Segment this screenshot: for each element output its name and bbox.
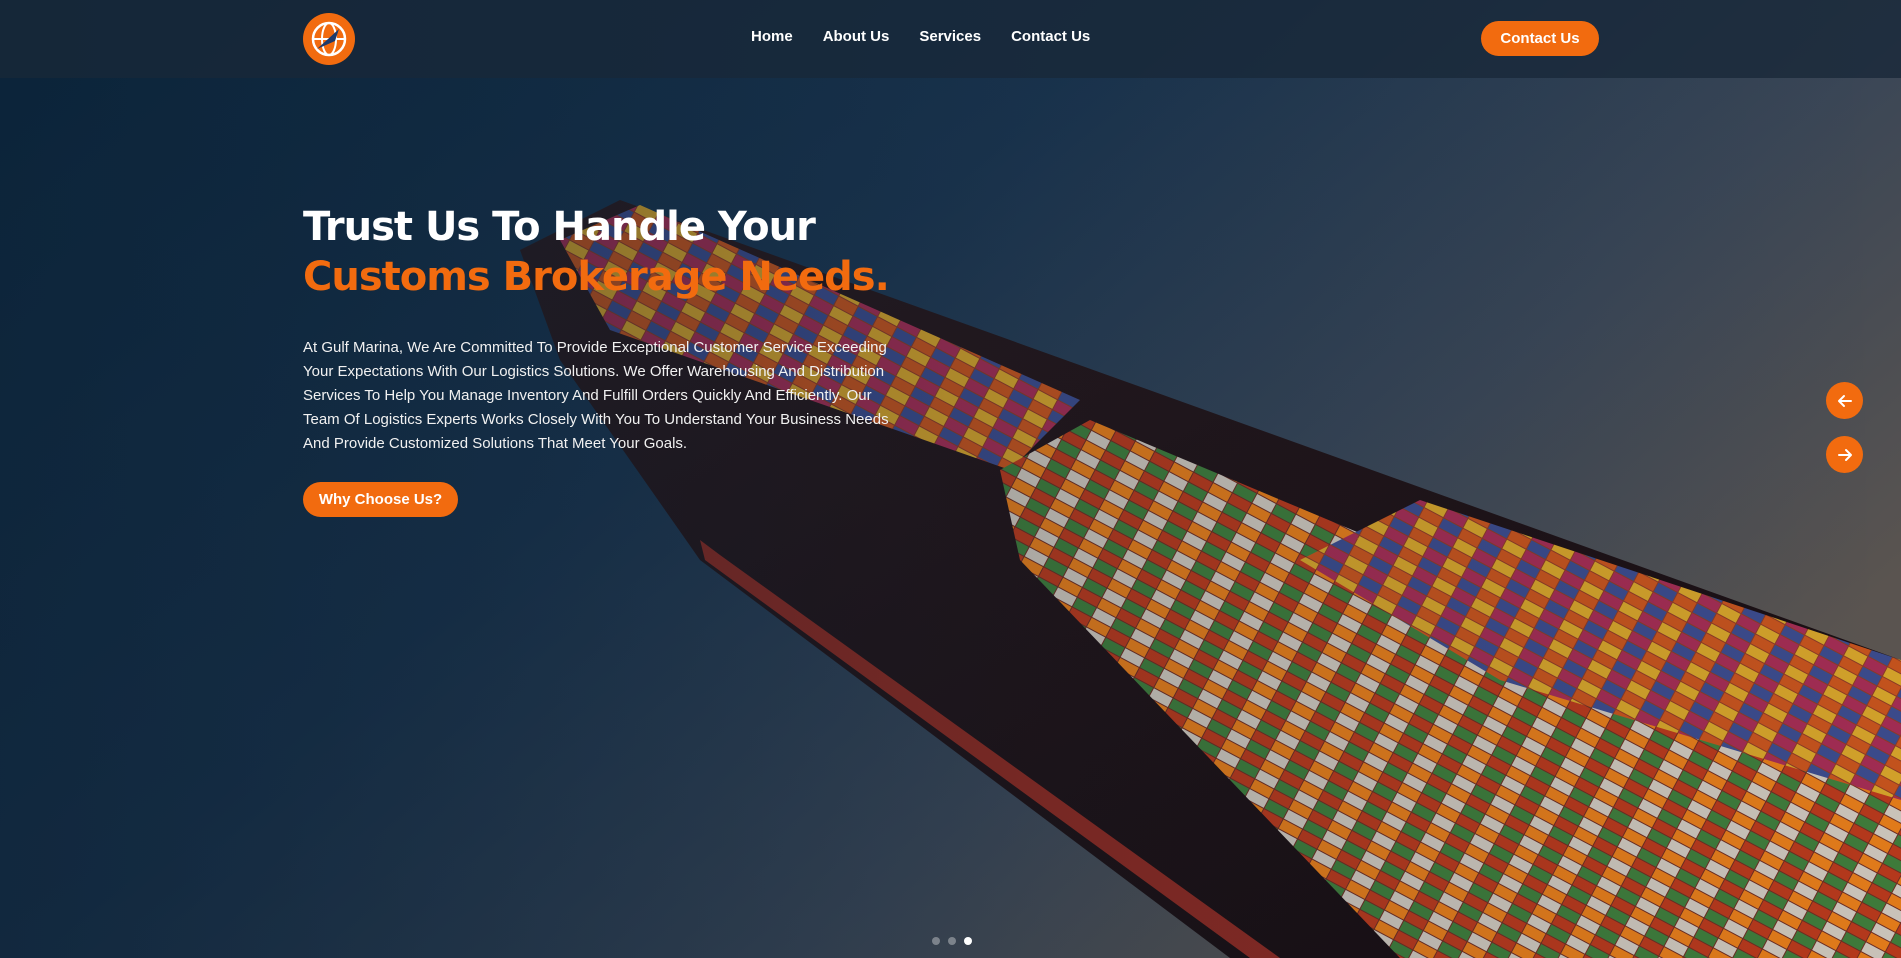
hero-background-image (0, 0, 1901, 958)
slider-dot-3[interactable] (964, 937, 972, 945)
hero-title: Trust Us To Handle Your Customs Brokerag… (303, 202, 923, 302)
nav-contact-us[interactable]: Contact Us (1011, 28, 1090, 45)
nav-services[interactable]: Services (919, 28, 981, 45)
hero-title-line-2: Customs Brokerage Needs. (303, 254, 890, 300)
slider-dot-1[interactable] (932, 937, 940, 945)
why-choose-us-button[interactable]: Why Choose Us? (303, 482, 458, 517)
hero-description: At Gulf Marina, We Are Committed To Prov… (303, 339, 889, 452)
hero-content: Trust Us To Handle Your Customs Brokerag… (303, 202, 923, 517)
main-nav: Home About Us Services Contact Us (751, 28, 1120, 45)
nav-home[interactable]: Home (751, 28, 793, 45)
hero-title-line-1: Trust Us To Handle Your (303, 204, 816, 250)
slider-dot-2[interactable] (948, 937, 956, 945)
slider-prev-button[interactable] (1826, 382, 1863, 419)
nav-about-us[interactable]: About Us (823, 28, 890, 45)
globe-plane-icon (311, 21, 347, 57)
arrow-right-icon (1837, 448, 1852, 461)
brand-logo[interactable] (303, 13, 355, 65)
slider-next-button[interactable] (1826, 436, 1863, 473)
header-contact-button[interactable]: Contact Us (1481, 21, 1599, 56)
arrow-left-icon (1837, 394, 1852, 407)
site-header: Home About Us Services Contact Us Contac… (0, 0, 1901, 78)
slider-dots (932, 937, 972, 945)
